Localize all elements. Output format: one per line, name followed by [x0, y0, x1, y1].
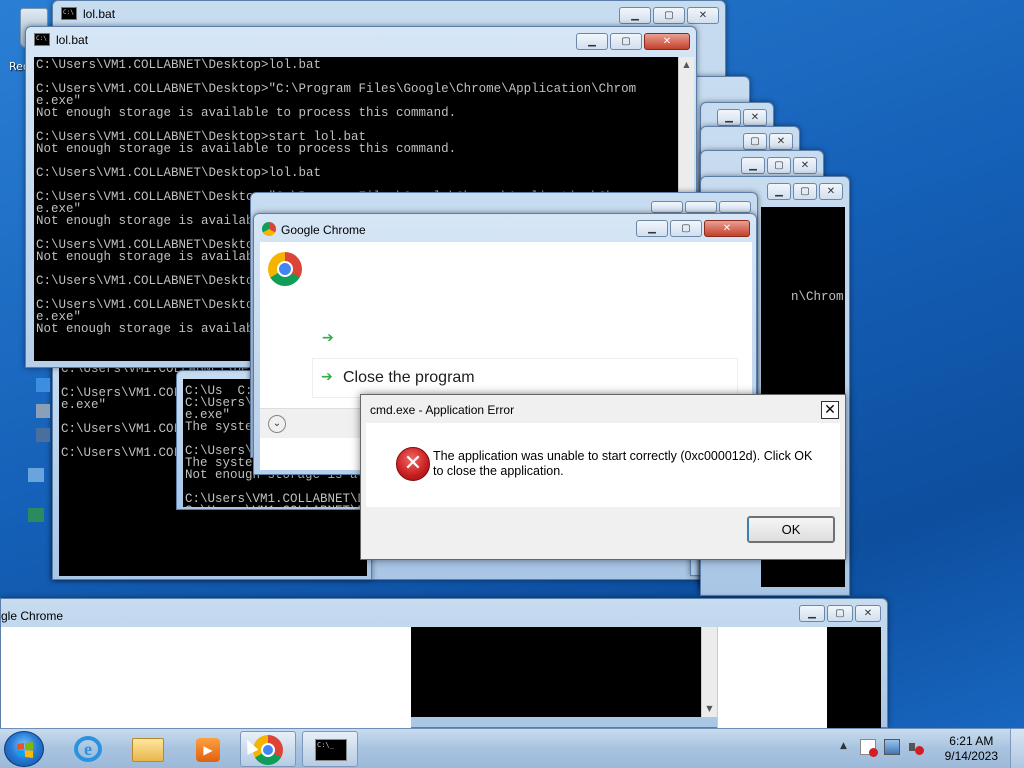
action-center-icon[interactable]	[860, 739, 878, 757]
desktop-shortcut-icon[interactable]	[28, 468, 44, 482]
minimize-button[interactable]: ▁	[741, 157, 765, 174]
close-arrow-icon: ➔	[321, 369, 333, 385]
folder-icon	[132, 738, 164, 762]
chrome-small-icon	[262, 222, 276, 236]
close-button[interactable]	[719, 201, 751, 213]
window-title: gle Chrome	[1, 609, 64, 623]
maximize-button[interactable]: ▢	[827, 605, 853, 622]
bottom-window-edge	[827, 627, 881, 729]
window-title: Google Chrome	[281, 223, 366, 237]
cmd-icon: C:\_	[315, 739, 347, 761]
console-fragment: n\Chrom	[791, 290, 844, 304]
close-program-label: Close the program	[343, 369, 475, 386]
ok-button[interactable]: OK	[747, 516, 835, 543]
system-tray: ▲	[834, 739, 944, 759]
scroll-down-arrow[interactable]: ▼	[702, 701, 717, 717]
maximize-button[interactable]: ▢	[610, 33, 642, 50]
maximize-button[interactable]: ▢	[793, 183, 817, 200]
close-button[interactable]: ✕	[769, 133, 793, 150]
maximize-button[interactable]: ▢	[767, 157, 791, 174]
system-clock[interactable]: 6:21 AM 9/14/2023	[945, 734, 998, 764]
close-button[interactable]: ✕	[821, 401, 839, 419]
bottom-chrome-content	[1, 627, 411, 729]
application-error-dialog[interactable]: cmd.exe - Application Error ✕ ✕ The appl…	[360, 394, 846, 560]
error-icon: ✕	[396, 447, 430, 481]
media-player-icon: ▶	[196, 738, 220, 762]
taskbar-media-player[interactable]: ▶	[180, 731, 236, 767]
minimize-button[interactable]: ▁	[619, 7, 651, 24]
chrome-logo-icon	[268, 252, 302, 286]
taskbar-cmd[interactable]: C:\_	[302, 731, 358, 767]
window-title: lol.bat	[83, 7, 116, 21]
minimize-button[interactable]: ▁	[799, 605, 825, 622]
minimize-button[interactable]: ▁	[576, 33, 608, 50]
window-title: lol.bat	[56, 33, 89, 47]
internet-explorer-icon: e	[74, 736, 102, 762]
desktop-shortcut-icon[interactable]	[28, 508, 44, 522]
desktop-shortcut-icon[interactable]	[36, 378, 50, 392]
tray-expand-arrow-icon[interactable]: ▲	[840, 741, 847, 751]
scroll-up-arrow[interactable]: ▲	[679, 57, 694, 73]
close-program-option[interactable]: ➔ Close the program	[312, 358, 738, 398]
close-button[interactable]: ✕	[855, 605, 881, 622]
wait-arrow-icon: ➔	[322, 330, 334, 346]
minimize-button[interactable]: ▁	[767, 183, 791, 200]
cmd-icon	[34, 33, 50, 46]
maximize-button[interactable]: ▢	[743, 133, 767, 150]
start-button[interactable]	[4, 731, 44, 767]
clock-time: 6:21 AM	[949, 734, 994, 748]
cmd-icon	[61, 7, 77, 20]
taskbar: e ▶ C:\_ ▲ 6:21 AM 9/14/2023	[0, 728, 1024, 768]
volume-muted-icon[interactable]	[908, 739, 924, 755]
chevron-down-icon[interactable]: ⌄	[268, 415, 286, 433]
windows-flag-icon	[17, 742, 33, 758]
close-button[interactable]: ✕	[743, 109, 767, 126]
close-button[interactable]: ✕	[819, 183, 843, 200]
close-button[interactable]: ✕	[793, 157, 817, 174]
error-dialog-body: ✕ The application was unable to start co…	[366, 423, 840, 507]
maximize-button[interactable]	[685, 201, 717, 213]
maximize-button[interactable]: ▢	[653, 7, 685, 24]
bottom-console	[411, 627, 701, 717]
clock-date: 9/14/2023	[944, 749, 998, 763]
close-button[interactable]: ✕	[687, 7, 719, 24]
desktop-shortcut-icon[interactable]	[36, 404, 50, 418]
taskbar-explorer[interactable]	[120, 731, 176, 767]
bottom-window-body	[717, 627, 827, 729]
close-button[interactable]: ✕	[704, 220, 750, 237]
show-desktop-button[interactable]	[1010, 729, 1024, 768]
minimize-button[interactable]: ▁	[636, 220, 668, 237]
network-icon[interactable]	[884, 739, 900, 755]
minimize-button[interactable]	[651, 201, 683, 213]
maximize-button[interactable]: ▢	[670, 220, 702, 237]
console-scrollbar[interactable]: ▼	[701, 627, 717, 717]
minimize-button[interactable]: ▁	[717, 109, 741, 126]
error-dialog-title: cmd.exe - Application Error	[370, 403, 515, 417]
error-message: The application was unable to start corr…	[433, 449, 813, 478]
close-button[interactable]: ✕	[644, 33, 690, 50]
desktop-shortcut-icon[interactable]	[36, 428, 50, 442]
bottom-chrome-window[interactable]: gle Chrome ▁ ▢ ✕ ▼	[0, 598, 888, 729]
taskbar-ie[interactable]: e	[60, 731, 116, 767]
